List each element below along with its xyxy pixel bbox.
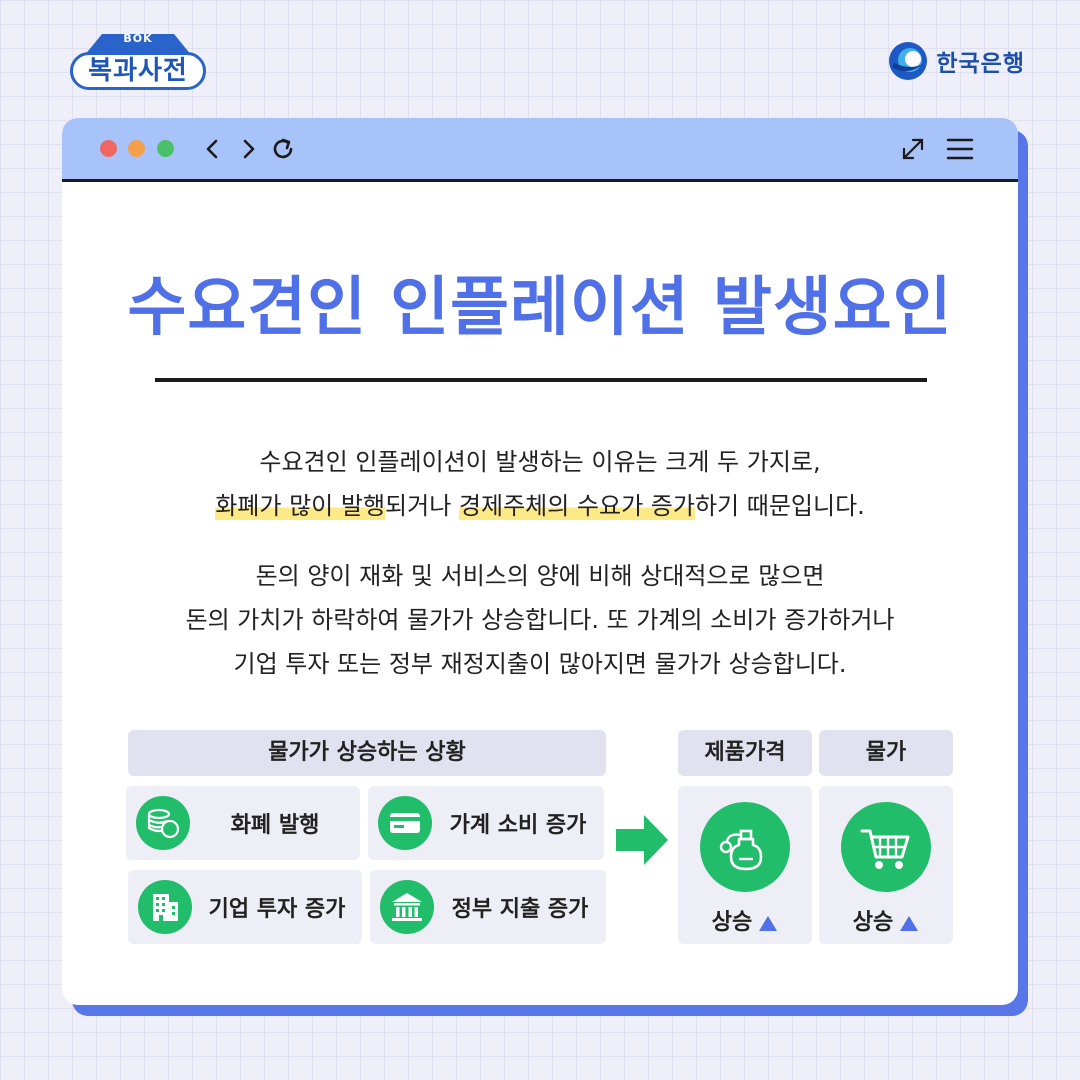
browser-window: 수요견인 인플레이션 발생요인 수요견인 인플레이션이 발생하는 이유는 크게 … — [62, 118, 1018, 1005]
close-dot-icon[interactable] — [100, 140, 117, 157]
series-title: 복과사전 — [70, 52, 206, 90]
cause-label: 가계 소비 증가 — [449, 813, 587, 838]
cause-label: 기업 투자 증가 — [208, 897, 346, 922]
explanation-line-2: 돈의 가치가 하락하여 물가가 상승합니다. 또 가계의 소비가 증가하거나 — [185, 606, 895, 634]
up-triangle-icon — [759, 915, 778, 931]
intro-line-2-end: 하기 때문입니다. — [694, 492, 865, 520]
page-title: 수요견인 인플레이션 발생요인 — [127, 271, 953, 345]
expand-icon[interactable] — [900, 136, 926, 162]
coins-icon — [136, 796, 190, 850]
reload-icon[interactable] — [269, 135, 297, 163]
window-titlebar — [62, 118, 1018, 182]
title-divider — [155, 378, 927, 382]
result-label-text: 상승 — [852, 910, 894, 935]
result-header-product-price: 제품가격 — [678, 730, 812, 776]
building-icon — [138, 880, 192, 934]
bank-building-icon — [380, 880, 434, 934]
result-label: 상승 — [678, 904, 812, 936]
result-label-text: 상승 — [711, 910, 753, 935]
cause-household-spending: 가계 소비 증가 — [368, 786, 604, 860]
intro-line-1: 수요견인 인플레이션이 발생하는 이유는 크게 두 가지로, — [259, 448, 821, 476]
bank-logo: 한국은행 — [888, 40, 1025, 82]
explanation-line-3: 기업 투자 또는 정부 재정지출이 많아지면 물가가 상승합니다. — [233, 650, 847, 678]
bank-name: 한국은행 — [936, 51, 1025, 77]
series-small-label: BOK — [123, 32, 153, 45]
forward-arrow-icon[interactable] — [234, 135, 262, 163]
intro-line-2-mid: 되거나 — [385, 492, 459, 520]
highlight-money-issuance: 화폐가 많이 발행 — [215, 492, 386, 520]
result-label: 상승 — [819, 904, 953, 936]
cause-label: 정부 지출 증가 — [451, 897, 589, 922]
menu-icon[interactable] — [946, 136, 974, 162]
cause-government-spending: 정부 지출 증가 — [370, 870, 606, 944]
cause-label: 화폐 발행 — [230, 813, 320, 838]
result-product-price: 상승 — [678, 786, 812, 944]
intro-line-2: 화폐가 많이 발행되거나 경제주체의 수요가 증가하기 때문입니다. — [62, 484, 1018, 528]
result-price-level: 상승 — [819, 786, 953, 944]
result-header-price-level: 물가 — [819, 730, 953, 776]
shopping-cart-icon — [841, 802, 931, 892]
minimize-dot-icon[interactable] — [128, 140, 145, 157]
right-arrow-icon — [616, 815, 668, 865]
perfume-bottle-icon — [700, 802, 790, 892]
up-triangle-icon — [900, 915, 919, 931]
highlight-demand-increase: 경제주체의 수요가 증가 — [458, 492, 695, 520]
cause-money-issuance: 화폐 발행 — [126, 786, 360, 860]
explanation-paragraph: 돈의 양이 재화 및 서비스의 양에 비해 상대적으로 많으면 돈의 가치가 하… — [62, 554, 1018, 686]
back-arrow-icon[interactable] — [199, 135, 227, 163]
explanation-line-1: 돈의 양이 재화 및 서비스의 양에 비해 상대적으로 많으면 — [255, 562, 825, 590]
causes-header: 물가가 상승하는 상황 — [128, 730, 606, 776]
series-logo: BOK 복과사전 — [62, 30, 214, 92]
card-icon — [378, 796, 432, 850]
bank-emblem-icon — [889, 42, 928, 80]
maximize-dot-icon[interactable] — [157, 140, 174, 157]
cause-business-investment: 기업 투자 증가 — [128, 870, 362, 944]
intro-paragraph: 수요견인 인플레이션이 발생하는 이유는 크게 두 가지로, 화폐가 많이 발행… — [62, 440, 1018, 528]
